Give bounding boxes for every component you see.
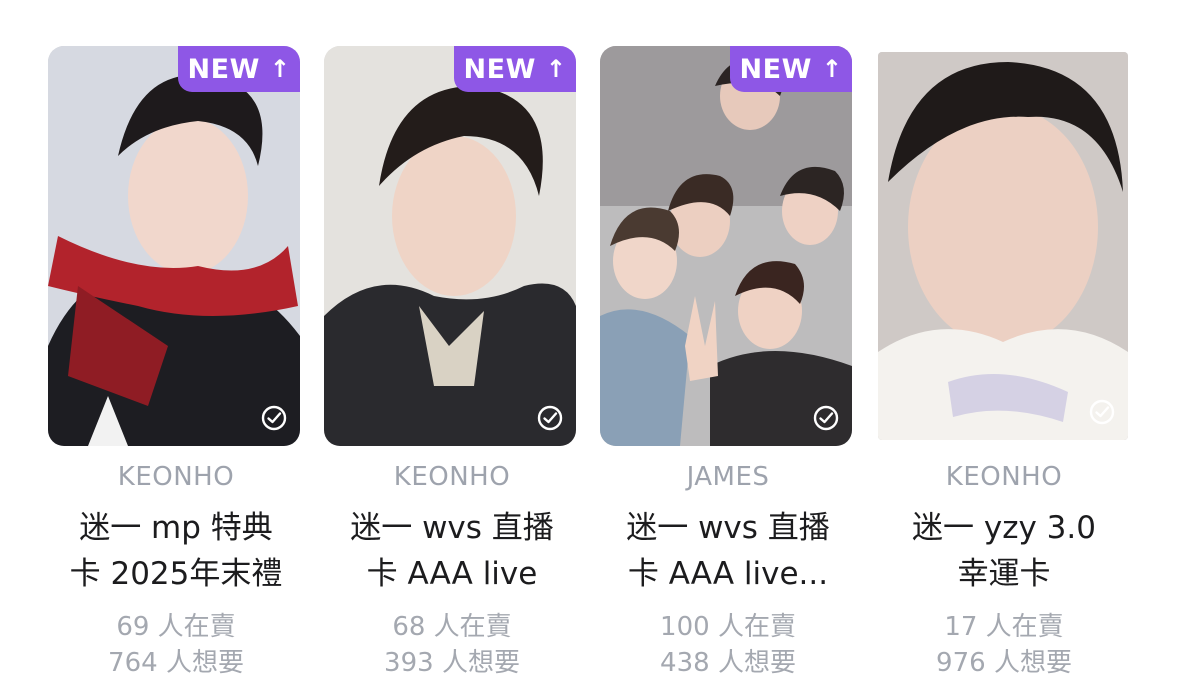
arrow-up-icon: ↑ (545, 55, 567, 83)
photocard-image[interactable] (878, 52, 1128, 440)
new-badge-label: NEW (463, 53, 536, 85)
wanting-count: 976 人想要 (936, 648, 1072, 678)
photocard-image[interactable]: NEW ↑ (600, 46, 852, 446)
wanting-count: 393 人想要 (384, 648, 520, 678)
member-name: JAMES (686, 462, 770, 492)
arrow-up-icon: ↑ (269, 55, 291, 83)
card-title-line1: 迷一 wvs 直播 (350, 510, 554, 546)
photocard-item[interactable]: NEW ↑ KEONHO 迷一 mp 特典 卡 2025年末禮 69 人在賣 7… (38, 0, 314, 682)
new-badge-label: NEW (187, 53, 260, 85)
photocard-photo (324, 46, 576, 446)
card-title-line1: 迷一 yzy 3.0 (912, 510, 1096, 546)
card-title[interactable]: 迷一 wvs 直播 卡 AAA live (314, 505, 590, 597)
new-badge: NEW ↑ (730, 46, 852, 92)
check-circle-icon[interactable] (536, 404, 564, 432)
wanting-count: 438 人想要 (660, 648, 796, 678)
card-title-line2: 卡 AAA live (366, 556, 538, 592)
selling-count: 100 人在賣 (660, 612, 796, 642)
card-title-line2: 卡 AAA live... (627, 556, 829, 592)
photocard-photo (48, 46, 300, 446)
card-title[interactable]: 迷一 mp 特典 卡 2025年末禮 (38, 505, 314, 597)
member-name: KEONHO (945, 462, 1063, 492)
card-title[interactable]: 迷一 yzy 3.0 幸運卡 (866, 505, 1142, 597)
check-circle-icon[interactable] (260, 404, 288, 432)
card-title[interactable]: 迷一 wvs 直播 卡 AAA live... (590, 505, 866, 597)
wanting-count: 764 人想要 (108, 648, 244, 678)
member-name: KEONHO (117, 462, 235, 492)
member-name: KEONHO (393, 462, 511, 492)
card-title-line2: 卡 2025年末禮 (69, 556, 283, 592)
card-title-line1: 迷一 mp 特典 (79, 510, 273, 546)
new-badge: NEW ↑ (454, 46, 576, 92)
check-circle-icon[interactable] (1088, 398, 1116, 426)
new-badge: NEW ↑ (178, 46, 300, 92)
selling-count: 69 人在賣 (116, 612, 236, 642)
photocard-item[interactable]: NEW ↑ JAMES 迷一 wvs 直播 卡 AAA live... 100 … (590, 0, 866, 682)
check-circle-icon[interactable] (812, 404, 840, 432)
photocard-photo (878, 52, 1128, 440)
card-title-line1: 迷一 wvs 直播 (626, 510, 830, 546)
selling-count: 17 人在賣 (944, 612, 1064, 642)
photocard-photo (600, 46, 852, 446)
photocard-item[interactable]: KEONHO 迷一 yzy 3.0 幸運卡 17 人在賣 976 人想要 (866, 0, 1142, 682)
card-title-line2: 幸運卡 (957, 556, 1051, 592)
selling-count: 68 人在賣 (392, 612, 512, 642)
arrow-up-icon: ↑ (821, 55, 843, 83)
new-badge-label: NEW (739, 53, 812, 85)
photocard-item[interactable]: NEW ↑ KEONHO 迷一 wvs 直播 卡 AAA live 68 人在賣… (314, 0, 590, 682)
photocard-image[interactable]: NEW ↑ (324, 46, 576, 446)
photocard-image[interactable]: NEW ↑ (48, 46, 300, 446)
photocard-grid: NEW ↑ KEONHO 迷一 mp 特典 卡 2025年末禮 69 人在賣 7… (0, 0, 1179, 682)
